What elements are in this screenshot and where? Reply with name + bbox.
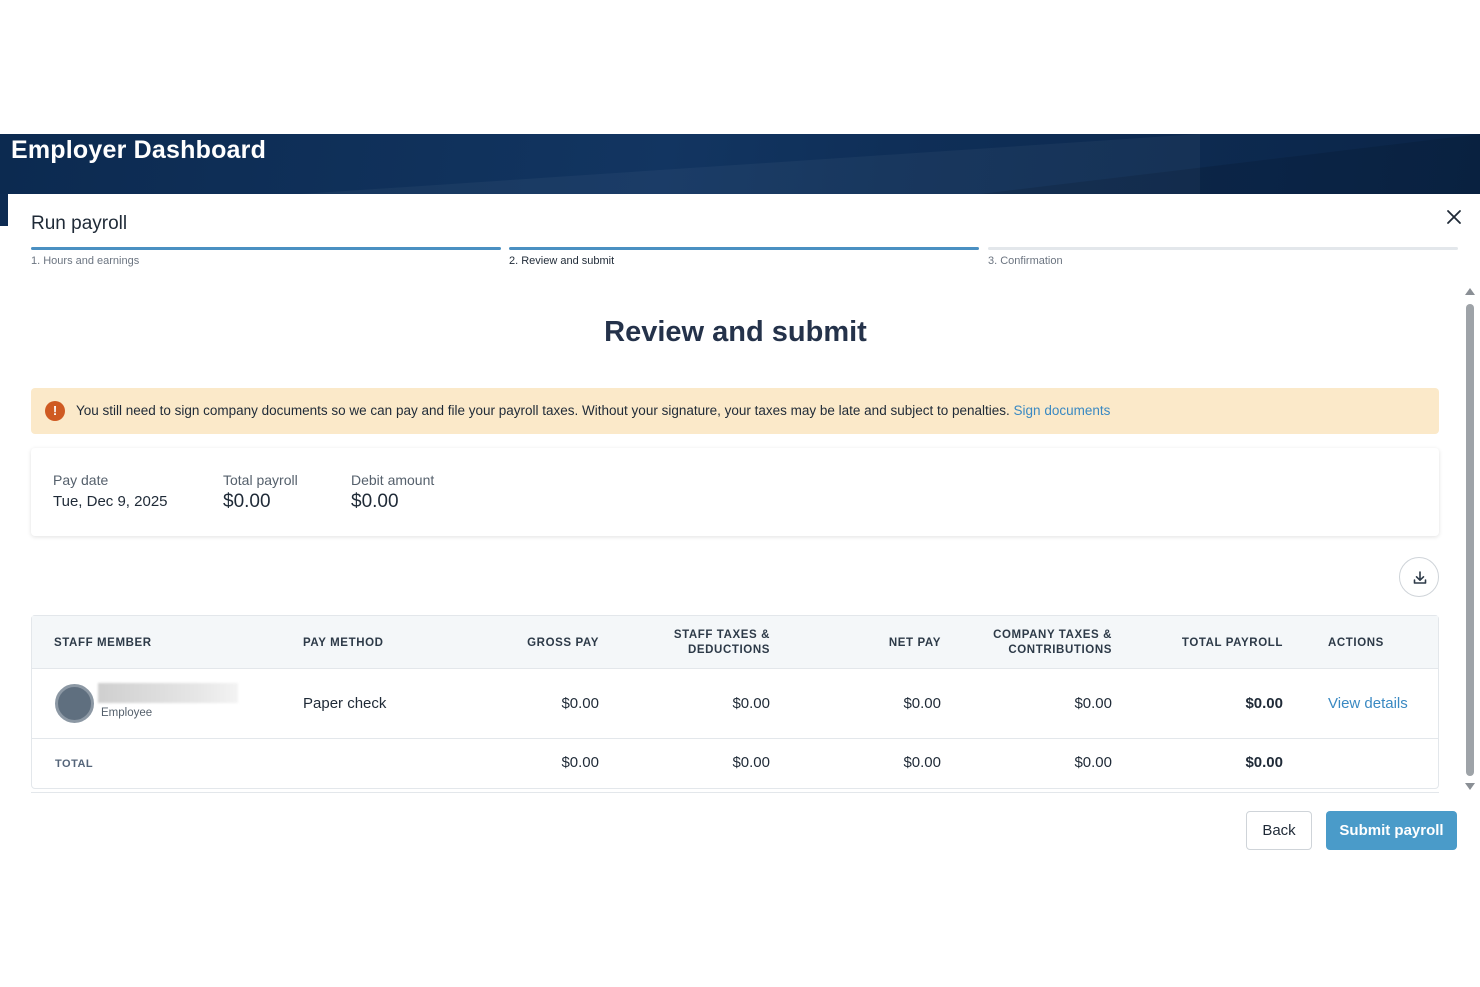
modal-title: Run payroll	[31, 213, 128, 234]
payroll-summary-card: Pay date Tue, Dec 9, 2025 Total payroll …	[31, 448, 1439, 536]
scroll-down-arrow-icon[interactable]	[1465, 783, 1475, 790]
total-total-payroll: $0.00	[1245, 754, 1283, 771]
total-payroll-summary: Total payroll $0.00	[223, 472, 298, 513]
step-label: 2. Review and submit	[509, 255, 615, 267]
total-payroll-cell: $0.00	[1245, 695, 1283, 712]
column-staff-taxes: STAFF TAXES & DEDUCTIONS	[630, 628, 770, 658]
exclamation-icon: !	[45, 401, 65, 421]
alert-text: You still need to sign company documents…	[76, 403, 1010, 418]
header-edge	[0, 194, 8, 226]
dashboard-title: Employer Dashboard	[11, 136, 267, 164]
run-payroll-modal: Run payroll 1. Hours and earnings 2. Rev…	[8, 194, 1480, 854]
step-progress-bar	[31, 247, 501, 250]
step-confirmation: 3. Confirmation	[988, 247, 1458, 267]
footer-divider	[31, 792, 1439, 793]
pay-date-summary: Pay date Tue, Dec 9, 2025	[53, 472, 168, 510]
sign-documents-link[interactable]: Sign documents	[1014, 403, 1111, 418]
gross-pay-cell: $0.00	[561, 695, 599, 712]
total-net-pay: $0.00	[903, 754, 941, 771]
sign-documents-alert: ! You still need to sign company documen…	[31, 388, 1439, 434]
debit-amount-summary: Debit amount $0.00	[351, 472, 434, 513]
column-net-pay: NET PAY	[888, 637, 941, 649]
total-staff-taxes: $0.00	[732, 754, 770, 771]
total-gross-pay: $0.00	[561, 754, 599, 771]
column-company-taxes: COMPANY TAXES & CONTRIBUTIONS	[962, 628, 1112, 658]
scrollbar-thumb[interactable]	[1466, 304, 1474, 776]
total-company-taxes: $0.00	[1074, 754, 1112, 771]
back-button[interactable]: Back	[1246, 811, 1312, 850]
debit-amount-label: Debit amount	[351, 472, 435, 488]
staff-taxes-cell: $0.00	[732, 695, 770, 712]
debit-amount-value: $0.00	[351, 491, 399, 512]
payroll-table: STAFF MEMBER PAY METHOD GROSS PAY STAFF …	[31, 615, 1439, 789]
total-row-label: TOTAL	[55, 758, 94, 770]
column-staff-taxes-line1: STAFF TAXES &	[673, 629, 770, 641]
download-button[interactable]	[1399, 557, 1439, 597]
alert-message: You still need to sign company documents…	[76, 403, 1110, 418]
view-details-link[interactable]: View details	[1328, 695, 1408, 712]
step-hours-and-earnings[interactable]: 1. Hours and earnings	[31, 247, 501, 267]
step-label: 3. Confirmation	[988, 255, 1063, 267]
page-heading: Review and submit	[604, 316, 867, 348]
pay-date-value: Tue, Dec 9, 2025	[53, 493, 168, 510]
step-review-and-submit[interactable]: 2. Review and submit	[509, 247, 979, 267]
submit-payroll-button[interactable]: Submit payroll	[1326, 811, 1457, 850]
pay-date-label: Pay date	[53, 472, 109, 488]
header-decoration	[980, 134, 1480, 194]
column-actions: ACTIONS	[1328, 637, 1384, 649]
total-payroll-value: $0.00	[223, 491, 271, 512]
step-progress-bar	[509, 247, 979, 250]
column-company-taxes-line1: COMPANY TAXES &	[993, 629, 1112, 641]
company-taxes-cell: $0.00	[1074, 695, 1112, 712]
column-staff-taxes-line2: DEDUCTIONS	[687, 644, 770, 656]
column-company-taxes-line2: CONTRIBUTIONS	[1008, 644, 1112, 656]
column-staff-member: STAFF MEMBER	[54, 637, 152, 649]
table-header: STAFF MEMBER PAY METHOD GROSS PAY STAFF …	[32, 616, 1438, 669]
total-payroll-label: Total payroll	[223, 472, 298, 488]
vertical-scrollbar[interactable]	[1464, 286, 1476, 796]
scroll-up-arrow-icon[interactable]	[1465, 288, 1475, 295]
download-icon	[1413, 571, 1427, 584]
employee-name-redacted	[98, 683, 238, 703]
step-progress-bar	[988, 247, 1458, 250]
pay-method-cell: Paper check	[303, 695, 387, 712]
table-row: Employee Paper check $0.00 $0.00 $0.00 $…	[32, 669, 1438, 739]
table-total-row: TOTAL $0.00 $0.00 $0.00 $0.00 $0.00	[32, 739, 1438, 789]
step-label: 1. Hours and earnings	[31, 255, 140, 267]
column-gross-pay: GROSS PAY	[527, 637, 599, 649]
top-blank-area	[0, 0, 1480, 134]
column-pay-method: PAY METHOD	[303, 637, 384, 649]
column-total-payroll: TOTAL PAYROLL	[1181, 637, 1283, 649]
avatar	[55, 684, 94, 723]
close-icon[interactable]	[1443, 206, 1465, 228]
employee-role: Employee	[101, 707, 153, 719]
net-pay-cell: $0.00	[903, 695, 941, 712]
